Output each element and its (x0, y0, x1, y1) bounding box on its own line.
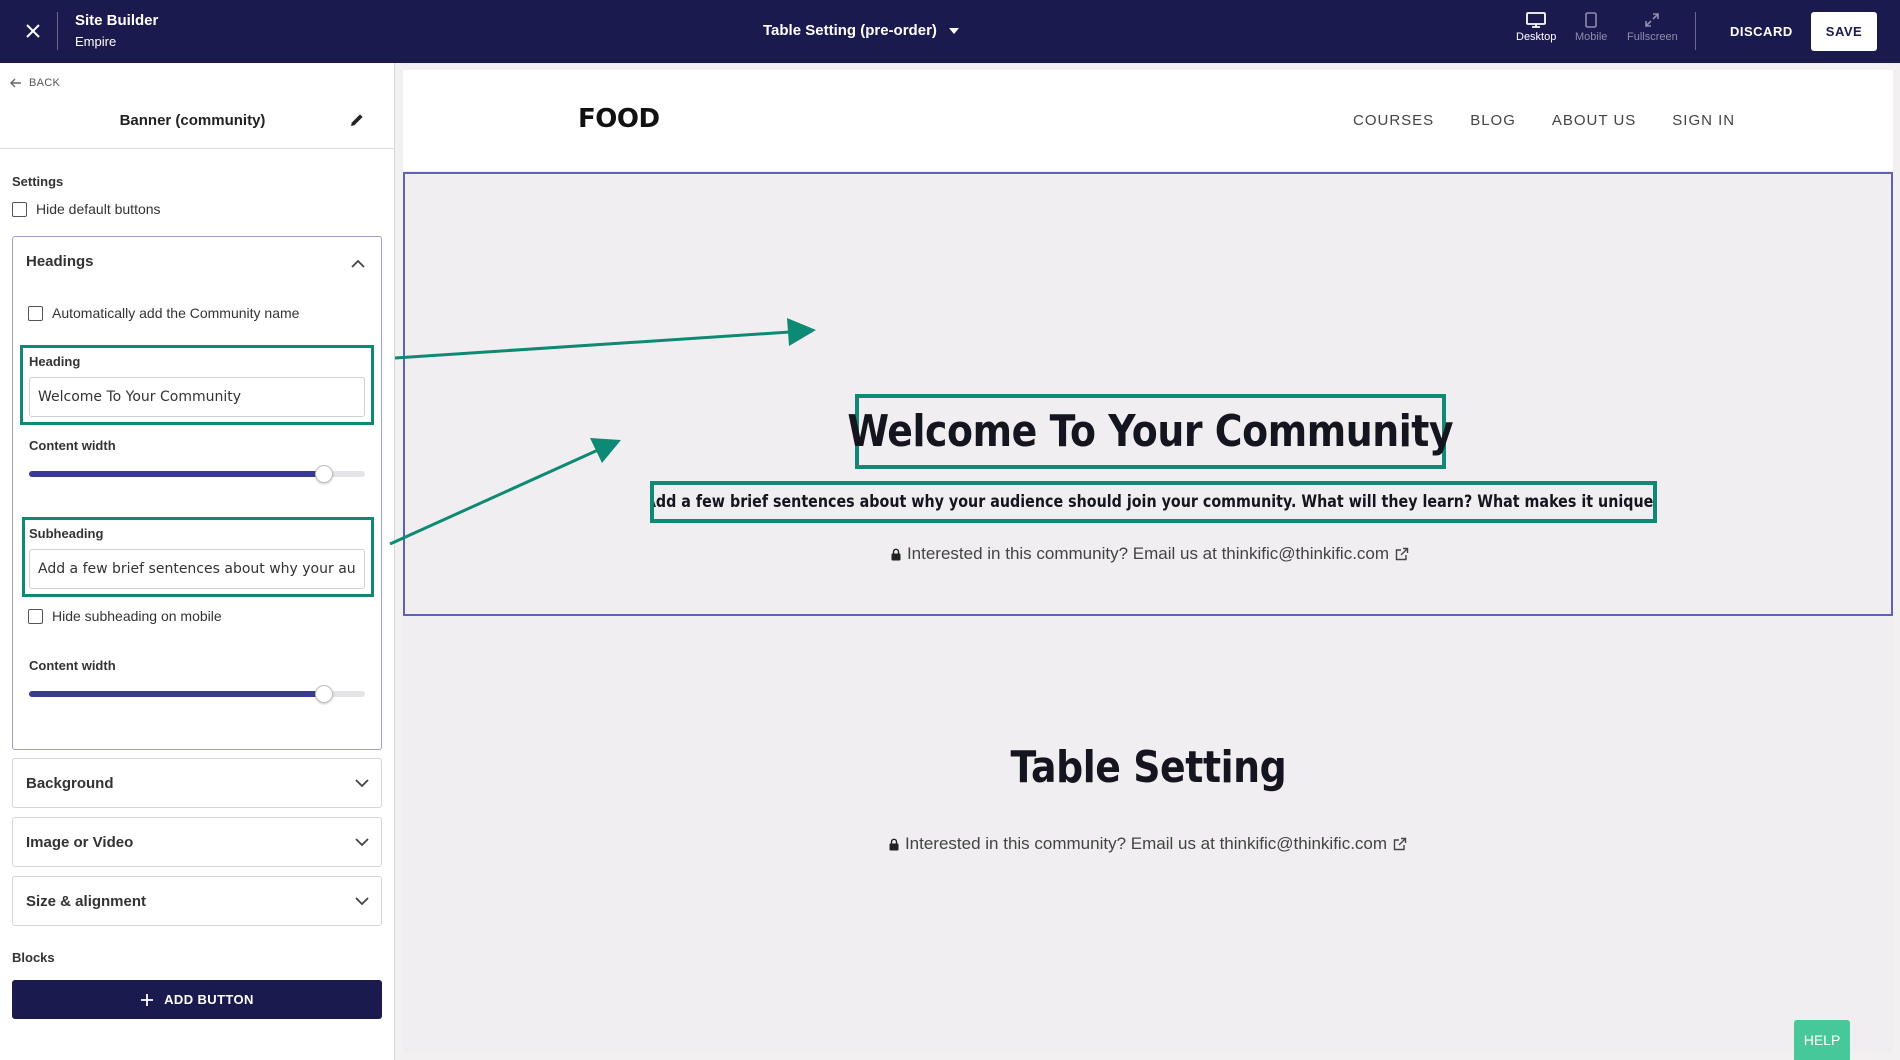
hide-default-buttons-checkbox[interactable]: Hide default buttons (12, 201, 161, 217)
lock-icon (889, 838, 899, 850)
heading-label: Heading (29, 354, 81, 369)
site-header: FOOD COURSES BLOG ABOUT US SIGN IN (403, 70, 1893, 171)
content-width-label: Content width (29, 438, 116, 453)
banner-heading-highlight: Welcome To Your Community (848, 394, 1454, 469)
content-width-label: Content width (29, 658, 116, 673)
view-desktop-button[interactable]: Desktop (1516, 12, 1556, 43)
app-title: Site Builder (75, 12, 159, 29)
add-button-label: ADD BUTTON (164, 992, 254, 1007)
page-selector[interactable]: Table Setting (pre-order) (763, 22, 959, 39)
background-section-title: Background (26, 774, 114, 792)
headings-title: Headings (26, 253, 94, 270)
nav-blog[interactable]: BLOG (1470, 112, 1516, 129)
hide-subheading-mobile-label: Hide subheading on mobile (52, 608, 222, 624)
banner-subheading: Add a few brief sentences about why your… (650, 492, 1657, 512)
slider-fill (29, 471, 324, 477)
headings-section: Headings Automatically add the Community… (12, 236, 382, 750)
top-bar: Site Builder Empire Table Setting (pre-o… (0, 0, 1900, 63)
nav-courses[interactable]: COURSES (1353, 112, 1434, 129)
site-nav: COURSES BLOG ABOUT US SIGN IN (1353, 112, 1735, 129)
slider-fill (29, 691, 324, 697)
collapse-headings-button[interactable] (351, 255, 365, 273)
external-link-icon (1393, 837, 1407, 851)
image-video-section[interactable]: Image or Video (12, 817, 382, 867)
back-label: BACK (29, 77, 61, 89)
close-icon (26, 24, 40, 38)
auto-community-name-checkbox[interactable]: Automatically add the Community name (28, 305, 299, 321)
banner-subheading-highlight: Add a few brief sentences about why your… (650, 481, 1657, 523)
second-section-heading: Table Setting (1010, 742, 1286, 793)
lock-icon (891, 548, 901, 560)
heading-content-width-slider[interactable] (29, 463, 365, 483)
view-desktop-label: Desktop (1516, 31, 1557, 43)
save-button[interactable]: SAVE (1811, 12, 1877, 51)
caret-down-icon (948, 27, 959, 34)
divider (57, 12, 58, 50)
page-selector-label: Table Setting (pre-order) (763, 22, 937, 39)
divider (1695, 12, 1696, 50)
desktop-icon (1526, 12, 1547, 28)
subheading-content-width-slider[interactable] (29, 683, 365, 703)
blocks-label: Blocks (12, 950, 55, 965)
banner-section[interactable]: Welcome To Your Community Add a few brie… (403, 172, 1893, 616)
app-subtitle: Empire (75, 34, 117, 49)
banner-info: Interested in this community? Email us a… (405, 544, 1893, 564)
external-link-icon (1395, 547, 1409, 561)
second-section-info: Interested in this community? Email us a… (403, 834, 1893, 854)
banner-info-text[interactable]: Interested in this community? Email us a… (907, 544, 1389, 564)
view-mobile-label: Mobile (1575, 31, 1608, 43)
settings-sidebar: BACK Banner (community) Settings Hide de… (0, 63, 395, 1060)
subheading-input[interactable] (29, 549, 365, 589)
hide-subheading-mobile-checkbox[interactable]: Hide subheading on mobile (28, 608, 222, 624)
nav-sign-in[interactable]: SIGN IN (1672, 112, 1735, 129)
plus-icon (141, 993, 154, 1006)
chevron-up-icon (351, 259, 365, 268)
second-section-heading-wrap: Table Setting (403, 742, 1893, 793)
chevron-down-icon (355, 837, 369, 846)
settings-label: Settings (12, 174, 64, 189)
chevron-down-icon (355, 896, 369, 905)
heading-input[interactable] (29, 377, 365, 417)
add-button[interactable]: ADD BUTTON (12, 980, 382, 1019)
view-fullscreen-button[interactable]: Fullscreen (1627, 12, 1678, 43)
help-button[interactable]: HELP (1794, 1020, 1850, 1060)
panel-title: Banner (community) (119, 112, 266, 129)
mobile-icon (1585, 12, 1598, 28)
close-button[interactable] (16, 14, 50, 48)
fullscreen-icon (1645, 13, 1660, 27)
back-link[interactable]: BACK (10, 77, 60, 89)
second-section-info-text[interactable]: Interested in this community? Email us a… (905, 834, 1387, 854)
hide-default-buttons-label: Hide default buttons (36, 201, 161, 217)
subheading-label: Subheading (29, 526, 104, 541)
nav-about-us[interactable]: ABOUT US (1552, 112, 1636, 129)
size-alignment-section-title: Size & alignment (26, 892, 147, 910)
background-section[interactable]: Background (12, 758, 382, 808)
auto-community-name-label: Automatically add the Community name (52, 305, 300, 321)
slider-thumb[interactable] (315, 685, 333, 703)
size-alignment-section[interactable]: Size & alignment (12, 876, 382, 926)
site-logo[interactable]: FOOD (578, 104, 660, 134)
checkbox[interactable] (28, 305, 43, 321)
arrow-left-icon (10, 78, 21, 88)
checkbox[interactable] (28, 608, 43, 624)
view-fullscreen-label: Fullscreen (1627, 31, 1678, 43)
edit-title-button[interactable] (349, 112, 365, 133)
checkbox[interactable] (12, 201, 27, 217)
divider (0, 148, 395, 149)
pencil-icon (351, 114, 363, 126)
image-video-section-title: Image or Video (26, 833, 134, 851)
discard-button[interactable]: DISCARD (1730, 24, 1793, 39)
site-preview: FOOD COURSES BLOG ABOUT US SIGN IN Welco… (403, 70, 1893, 1052)
slider-thumb[interactable] (315, 465, 333, 483)
view-mobile-button[interactable]: Mobile (1575, 12, 1607, 43)
banner-heading: Welcome To Your Community (847, 406, 1454, 457)
chevron-down-icon (355, 778, 369, 787)
